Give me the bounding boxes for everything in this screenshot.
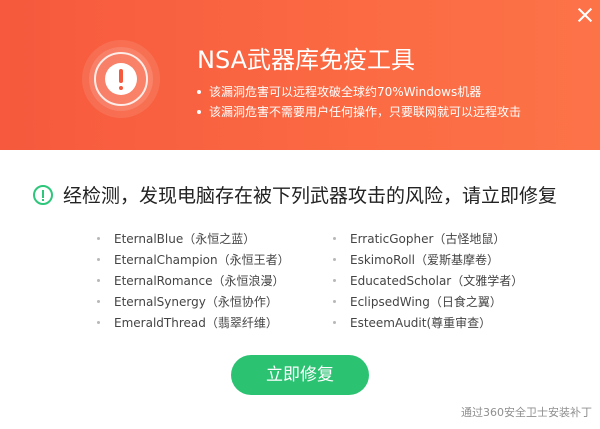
check-circle-icon [33,185,53,205]
bullet-dot-icon [97,279,100,282]
footer-note: 通过360安全卫士安装补丁 [461,406,592,419]
weapon-item: ErraticGopher（古怪地鼠） [333,229,523,250]
scan-result-headline: 经检测，发现电脑存在被下列武器攻击的风险，请立即修复 [63,185,558,207]
weapon-name: EclipsedWing（日食之翼） [350,295,502,309]
weapon-name: EternalSynergy（永恒协作） [114,295,278,309]
bullet-dot-icon [333,300,336,303]
close-icon[interactable] [574,4,596,26]
weapon-item: EternalBlue（永恒之蓝） [97,229,290,250]
weapon-name: EternalBlue（永恒之蓝） [114,232,256,246]
weapon-item: EternalSynergy（永恒协作） [97,292,290,313]
weapon-item: EternalRomance（永恒浪漫） [97,271,290,292]
bullet-dot-icon [97,258,100,261]
weapon-name: EducatedScholar（文雅学者） [350,274,524,288]
weapon-item: EskimoRoll（爱斯基摩卷） [333,250,523,271]
app-title: NSA武器库免疫工具 [197,46,416,74]
weapon-name: EternalChampion（永恒王者） [114,253,290,267]
weapon-name: EternalRomance（永恒浪漫） [114,274,285,288]
weapon-item: EclipsedWing（日食之翼） [333,292,523,313]
bullet-dot-icon [97,321,100,324]
header-bullet-1: 该漏洞危害可以远程攻破全球约70%Windows机器 [197,84,481,100]
weapon-item: EternalChampion（永恒王者） [97,250,290,271]
fix-now-button[interactable]: 立即修复 [231,355,369,395]
bullet-dot-icon [333,321,336,324]
weapon-list-right: ErraticGopher（古怪地鼠） EskimoRoll（爱斯基摩卷） Ed… [333,229,523,334]
alert-icon [105,63,137,95]
weapon-name: EmeraldThread（翡翠纤维） [114,316,278,330]
weapon-name: ErraticGopher（古怪地鼠） [350,232,506,246]
bullet-dot-icon [97,237,100,240]
header-banner: NSA武器库免疫工具 该漏洞危害可以远程攻破全球约70%Windows机器 该漏… [0,0,600,150]
weapon-name: EskimoRoll（爱斯基摩卷） [350,253,499,267]
weapon-list-left: EternalBlue（永恒之蓝） EternalChampion（永恒王者） … [97,229,290,334]
weapon-item: EducatedScholar（文雅学者） [333,271,523,292]
bullet-dot-icon [333,237,336,240]
bullet-dot-icon [333,258,336,261]
weapon-item: EmeraldThread（翡翠纤维） [97,313,290,334]
header-bullet-2: 该漏洞危害不需要用户任何操作，只要联网就可以远程攻击 [197,104,521,120]
bullet-dot-icon [97,300,100,303]
weapon-item: EsteemAudit(尊重审查） [333,313,523,334]
bullet-dot-icon [333,279,336,282]
weapon-name: EsteemAudit(尊重审查） [350,316,492,330]
